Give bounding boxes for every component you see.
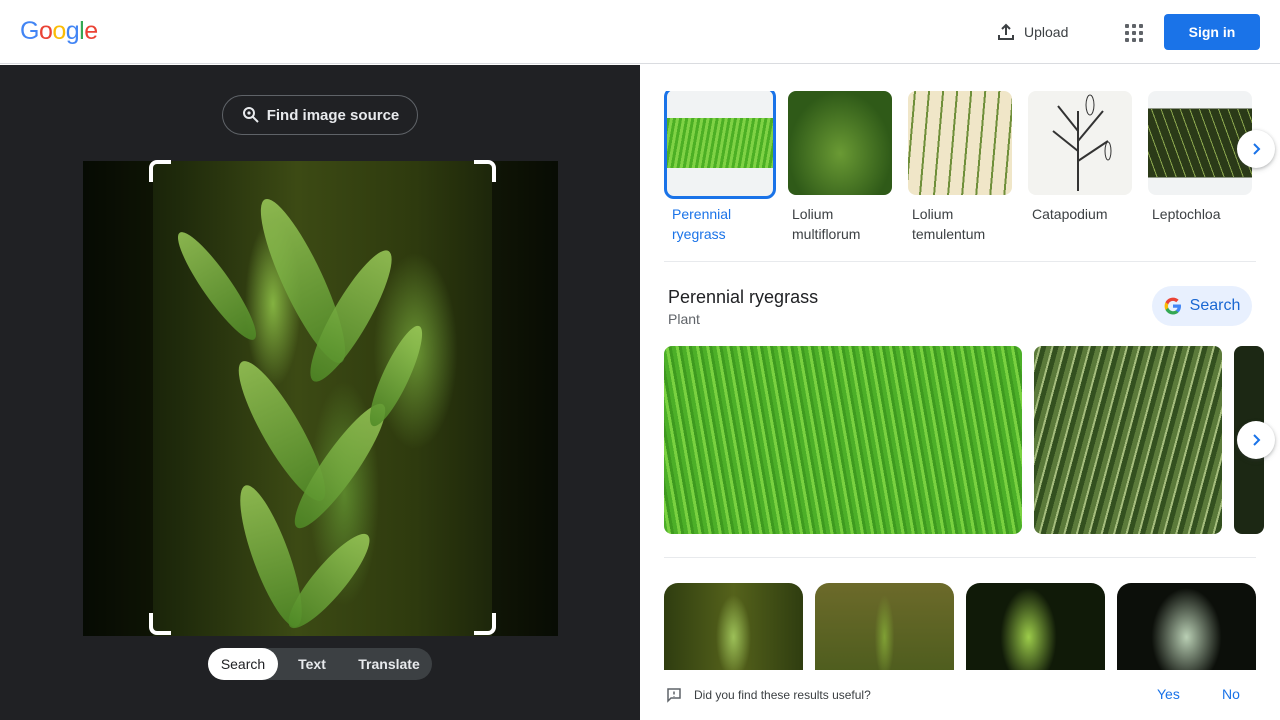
mode-text-tab[interactable]: Text: [278, 648, 346, 680]
results-panel: Perennial ryegrass Lolium multiflorum Lo…: [640, 65, 1280, 720]
feedback-no-button[interactable]: No: [1222, 686, 1240, 702]
crop-handle-top-left[interactable]: [149, 160, 171, 182]
chip-thumbnail: [908, 91, 1012, 195]
crop-handle-top-right[interactable]: [474, 160, 496, 182]
chip-thumbnail: [664, 91, 776, 199]
mode-translate-tab[interactable]: Translate: [346, 648, 432, 680]
feedback-icon: [667, 688, 681, 703]
entity-subtitle: Plant: [668, 311, 700, 327]
chip-label: Catapodium: [1032, 206, 1108, 222]
feedback-yes-button[interactable]: Yes: [1157, 686, 1180, 702]
logo-letter: o: [38, 17, 53, 45]
feedback-question: Did you find these results useful?: [694, 688, 871, 702]
mode-search-tab[interactable]: Search: [208, 648, 278, 680]
visual-match-image[interactable]: [1117, 583, 1256, 673]
google-logo[interactable]: Google: [20, 17, 98, 46]
related-chip[interactable]: Lolium temulentum: [908, 91, 1016, 244]
related-chip[interactable]: Perennial ryegrass: [664, 91, 776, 244]
chevron-right-icon: [1253, 143, 1261, 155]
divider: [664, 557, 1256, 558]
crop-handle-bottom-left[interactable]: [149, 613, 171, 635]
logo-letter: o: [52, 17, 66, 45]
chip-label: Lolium multiflorum: [792, 206, 861, 242]
find-image-source-label: Find image source: [266, 106, 400, 124]
visual-match-image[interactable]: [664, 583, 803, 673]
upload-label: Upload: [1024, 24, 1069, 40]
gallery-image[interactable]: [1034, 346, 1222, 534]
chip-label: Lolium temulentum: [912, 206, 986, 242]
upload-icon: [998, 23, 1014, 40]
image-preview-panel: Find image source Search Text Translate: [0, 65, 640, 720]
entity-title[interactable]: Perennial ryegrass: [668, 287, 818, 308]
logo-letter: e: [84, 17, 98, 45]
feedback-bar: Did you find these results useful? Yes N…: [640, 670, 1280, 720]
sign-in-button[interactable]: Sign in: [1164, 14, 1260, 50]
related-chip[interactable]: Catapodium: [1028, 91, 1136, 224]
visual-match-image[interactable]: [815, 583, 954, 673]
mode-switch: Search Text Translate: [208, 648, 432, 680]
google-g-icon: [1164, 297, 1181, 315]
lens-search-icon: [242, 107, 259, 123]
chip-label: Perennial ryegrass: [672, 206, 732, 242]
crop-handle-bottom-right[interactable]: [474, 613, 496, 635]
find-image-source-button[interactable]: Find image source: [222, 95, 418, 135]
gallery-next-button[interactable]: [1237, 421, 1275, 459]
related-chip[interactable]: Lolium multiflorum: [788, 91, 896, 244]
logo-letter: g: [65, 17, 80, 45]
chevron-right-icon: [1253, 434, 1261, 446]
upload-button[interactable]: Upload: [990, 18, 1074, 46]
header: Google Upload Sign in: [0, 0, 1280, 64]
entity-search-label: Search: [1189, 297, 1241, 314]
query-image: [83, 161, 558, 636]
related-entities-carousel: Perennial ryegrass Lolium multiflorum Lo…: [664, 91, 1256, 251]
chip-thumbnail: [1028, 91, 1132, 195]
apps-grid-icon[interactable]: [1118, 18, 1146, 46]
divider: [664, 261, 1256, 262]
visual-match-image[interactable]: [966, 583, 1105, 673]
gallery-image[interactable]: [664, 346, 1022, 534]
chip-thumbnail: [788, 91, 892, 195]
chip-thumbnail: [1148, 91, 1252, 195]
carousel-next-button[interactable]: [1237, 130, 1275, 168]
entity-search-button[interactable]: Search: [1152, 286, 1252, 326]
chip-label: Leptochloa: [1152, 206, 1221, 222]
logo-letter: G: [20, 17, 39, 45]
